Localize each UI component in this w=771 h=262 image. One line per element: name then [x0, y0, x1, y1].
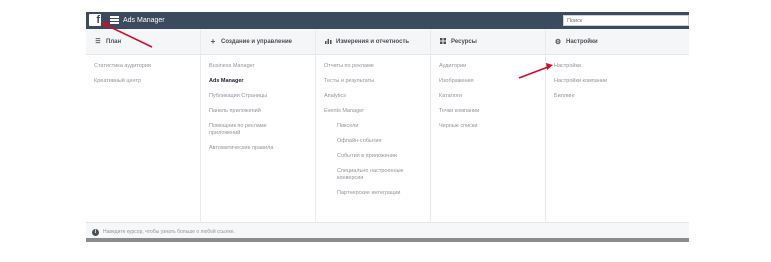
column-measure-report: Измерения и отчетность Отчеты по рекламе… [316, 29, 431, 222]
bar-chart-icon [324, 38, 332, 46]
menu-link[interactable]: Партнерские интеграции [324, 190, 430, 197]
column-title: Настройки [566, 38, 598, 45]
column-header: + Создание и управление [201, 29, 315, 55]
menu-link[interactable]: Analytics [324, 93, 430, 100]
app-title: Ads Manager [123, 17, 165, 24]
menu-link[interactable]: Ads Manager [209, 78, 315, 85]
column-resources: Ресурсы Аудитории Изображения Каталоги Точк… [431, 29, 546, 222]
column-header: Ресурсы [431, 29, 545, 55]
grid-icon [439, 37, 447, 46]
menu-link[interactable]: Автоматические правила [209, 145, 315, 152]
menu-link[interactable]: Отчеты по рекламе [324, 63, 430, 70]
list-icon: ☰ [95, 39, 101, 45]
menu-columns: ☰ План Статистика аудитории Креативный це… [86, 29, 689, 222]
menu-link[interactable]: Настройки компании [554, 78, 689, 85]
menu-link[interactable]: Черные списки [439, 123, 545, 130]
menu-link[interactable]: Офлайн-события [324, 138, 430, 145]
top-bar: f Ads Manager [86, 12, 689, 29]
gear-icon: ⚙ [554, 38, 562, 46]
menu-link[interactable]: Каталоги [439, 93, 545, 100]
menu-link[interactable]: Изображения [439, 78, 545, 85]
menu-link[interactable]: Точки компании [439, 108, 545, 115]
column-header: Измерения и отчетность [316, 29, 430, 55]
info-icon: i [92, 229, 99, 236]
column-title: План [106, 38, 122, 45]
menu-link[interactable]: События в приложении [324, 153, 430, 160]
menu-link[interactable]: Специально настроенные конверсии [324, 168, 404, 182]
menu-link[interactable]: Публикация Страницы [209, 93, 315, 100]
column-settings: ⚙ Настройки Настройки Настройки компании Б… [546, 29, 689, 222]
menu-link[interactable]: Креативный центр [94, 78, 200, 85]
menu-link[interactable]: Статистика аудитории [94, 63, 200, 70]
hint-text: Наведите курсор, чтобы узнать больше о л… [103, 229, 235, 235]
column-create-manage: + Создание и управление Business Manager… [201, 29, 316, 222]
menu-link[interactable]: Помощник по рекламе приложений [209, 123, 289, 137]
bottom-shadow-bar [86, 238, 689, 242]
column-title: Создание и управление [221, 38, 293, 45]
plus-icon: + [210, 37, 216, 46]
column-title: Измерения и отчетность [336, 38, 410, 45]
column-header: ⚙ Настройки [546, 29, 689, 55]
menu-link[interactable]: Биллинг [554, 93, 689, 100]
hamburger-menu-icon[interactable] [110, 16, 119, 24]
menu-link[interactable]: Пиксели [324, 123, 430, 130]
column-plan: ☰ План Статистика аудитории Креативный це… [86, 29, 201, 222]
column-title: Ресурсы [451, 38, 477, 45]
column-header: ☰ План [86, 29, 200, 55]
menu-link[interactable]: Business Manager [209, 63, 315, 70]
menu-link[interactable]: Панель приложений [209, 108, 315, 115]
menu-link[interactable]: Настройки [554, 63, 689, 70]
ads-menu-panel: f Ads Manager ☰ План Статистика аудитори… [86, 12, 689, 242]
facebook-logo-icon[interactable]: f [89, 14, 101, 26]
menu-link[interactable]: Тесты и результаты [324, 78, 430, 85]
menu-link[interactable]: Аудитории [439, 63, 545, 70]
search-input[interactable] [563, 15, 689, 26]
menu-link[interactable]: Events Manager [324, 108, 430, 115]
